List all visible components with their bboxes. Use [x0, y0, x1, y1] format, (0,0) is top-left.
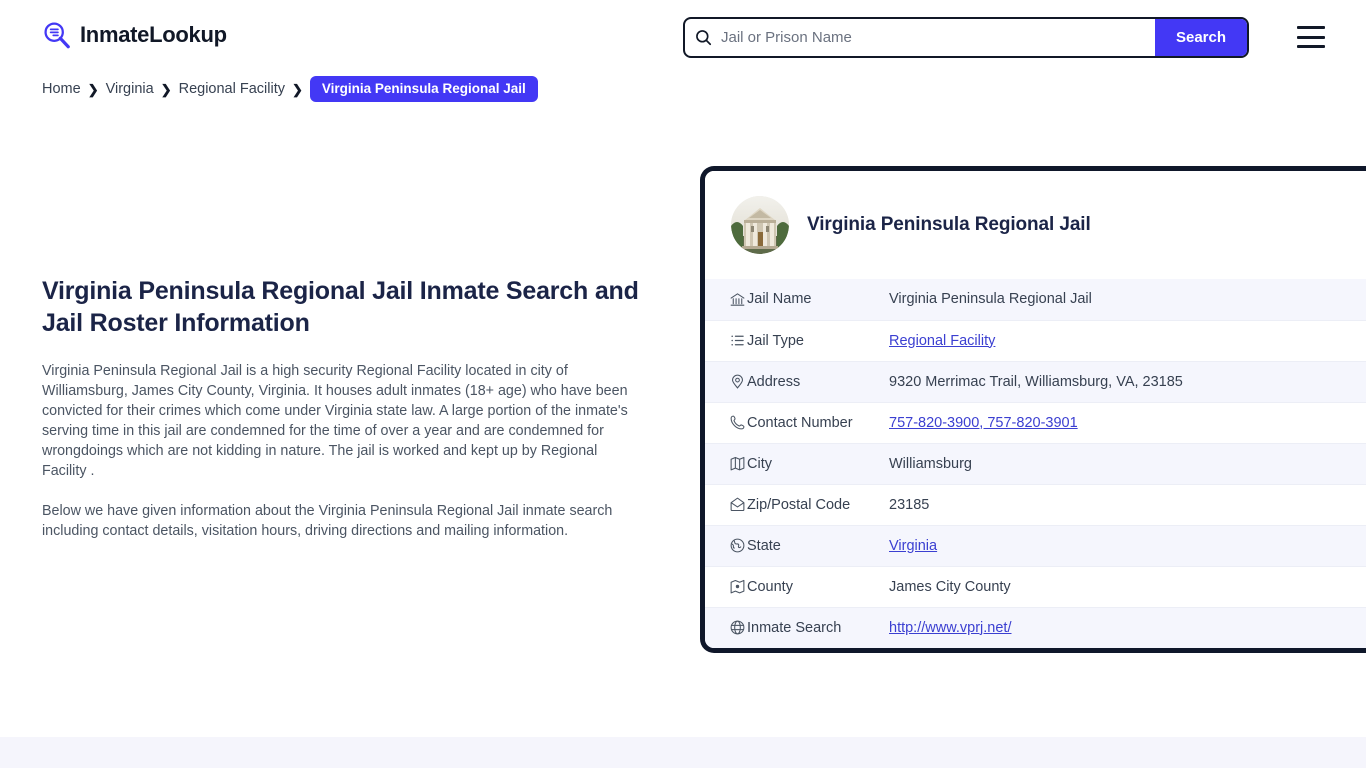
brand-logo[interactable]: InmateLookup	[42, 20, 227, 50]
globe-icon	[705, 606, 747, 648]
jail-type-link[interactable]: Regional Facility	[889, 333, 995, 349]
footer-band	[0, 737, 1366, 768]
hamburger-bar	[1297, 35, 1325, 39]
globe-americas-icon	[705, 524, 747, 566]
chevron-right-icon: ❯	[292, 81, 303, 97]
row-label-state: State	[747, 524, 889, 566]
table-row: State Virginia	[705, 524, 1366, 566]
site-header: InmateLookup Search	[0, 0, 1366, 75]
table-row: Jail Type Regional Facility	[705, 319, 1366, 361]
row-label-contact-number: Contact Number	[747, 401, 889, 443]
table-row: Zip/Postal Code 23185	[705, 483, 1366, 525]
row-label-address: Address	[747, 360, 889, 402]
intro-paragraph-2: Below we have given information about th…	[42, 503, 613, 539]
row-value-contact-number[interactable]: 757-820-3900, 757-820-3901	[889, 401, 1366, 443]
bank-building-icon	[705, 279, 747, 320]
row-label-city: City	[747, 442, 889, 484]
table-row: County James City County	[705, 565, 1366, 607]
map-icon	[705, 442, 747, 484]
chevron-right-icon: ❯	[160, 81, 172, 97]
intro-section: Virginia Peninsula Regional Jail Inmate …	[42, 275, 642, 561]
breadcrumb-item-regional-facility[interactable]: Regional Facility	[179, 81, 285, 97]
row-value-county: James City County	[889, 565, 1366, 607]
table-row: Address 9320 Merrimac Trail, Williamsbur…	[705, 360, 1366, 402]
row-value-jail-type[interactable]: Regional Facility	[889, 319, 1366, 361]
table-row: City Williamsburg	[705, 442, 1366, 484]
row-value-inmate-search[interactable]: http://www.vprj.net/	[889, 606, 1366, 648]
inmate-search-link[interactable]: http://www.vprj.net/	[889, 620, 1012, 636]
table-row: Contact Number 757-820-3900, 757-820-390…	[705, 401, 1366, 443]
table-row: Jail Name Virginia Peninsula Regional Ja…	[705, 279, 1366, 320]
page-title: Virginia Peninsula Regional Jail Inmate …	[42, 277, 639, 337]
state-link[interactable]: Virginia	[889, 538, 937, 554]
jail-info-table: Jail Name Virginia Peninsula Regional Ja…	[705, 279, 1366, 648]
hamburger-menu-icon[interactable]	[1297, 26, 1325, 48]
chevron-right-icon: ❯	[87, 81, 99, 97]
intro-paragraph-1: Virginia Peninsula Regional Jail is a hi…	[42, 363, 628, 479]
search-bar[interactable]: Search	[683, 17, 1249, 58]
hamburger-bar	[1297, 45, 1325, 48]
breadcrumb-item-home[interactable]: Home	[42, 81, 81, 97]
breadcrumb-item-virginia[interactable]: Virginia	[106, 81, 154, 97]
jail-info-card-header: Virginia Peninsula Regional Jail	[705, 171, 1366, 279]
jail-info-card: Virginia Peninsula Regional Jail Jail Na…	[700, 166, 1366, 653]
magnifier-list-logo-icon	[42, 20, 72, 50]
row-value-jail-name: Virginia Peninsula Regional Jail	[889, 291, 1092, 308]
row-value-address: 9320 Merrimac Trail, Williamsburg, VA, 2…	[889, 360, 1366, 402]
search-input[interactable]	[721, 19, 1155, 56]
row-value-zip-code: 23185	[889, 483, 1366, 525]
breadcrumb: Home ❯ Virginia ❯ Regional Facility ❯ Vi…	[42, 76, 538, 102]
map-pin-icon	[705, 360, 747, 402]
brand-name: InmateLookup	[80, 22, 227, 47]
row-label-inmate-search: Inmate Search	[747, 606, 889, 648]
courthouse-building-photo	[731, 196, 789, 254]
row-label-zip-code: Zip/Postal Code	[747, 483, 889, 525]
table-row: Inmate Search http://www.vprj.net/	[705, 606, 1366, 648]
search-button[interactable]: Search	[1155, 19, 1247, 56]
list-icon	[705, 319, 747, 361]
row-value-city: Williamsburg	[889, 442, 1366, 484]
row-label-jail-name: Jail Name	[747, 291, 812, 308]
search-icon	[685, 28, 721, 47]
map-marker-square-icon	[705, 565, 747, 607]
row-label-county: County	[747, 565, 889, 607]
row-value-state[interactable]: Virginia	[889, 524, 1366, 566]
breadcrumb-item-current: Virginia Peninsula Regional Jail	[309, 76, 538, 102]
contact-number-link[interactable]: 757-820-3900, 757-820-3901	[889, 415, 1078, 431]
phone-icon	[705, 401, 747, 443]
row-label-jail-type: Jail Type	[747, 319, 889, 361]
jail-info-card-title: Virginia Peninsula Regional Jail	[807, 214, 1091, 235]
hamburger-bar	[1297, 26, 1325, 29]
envelope-open-icon	[705, 483, 747, 525]
